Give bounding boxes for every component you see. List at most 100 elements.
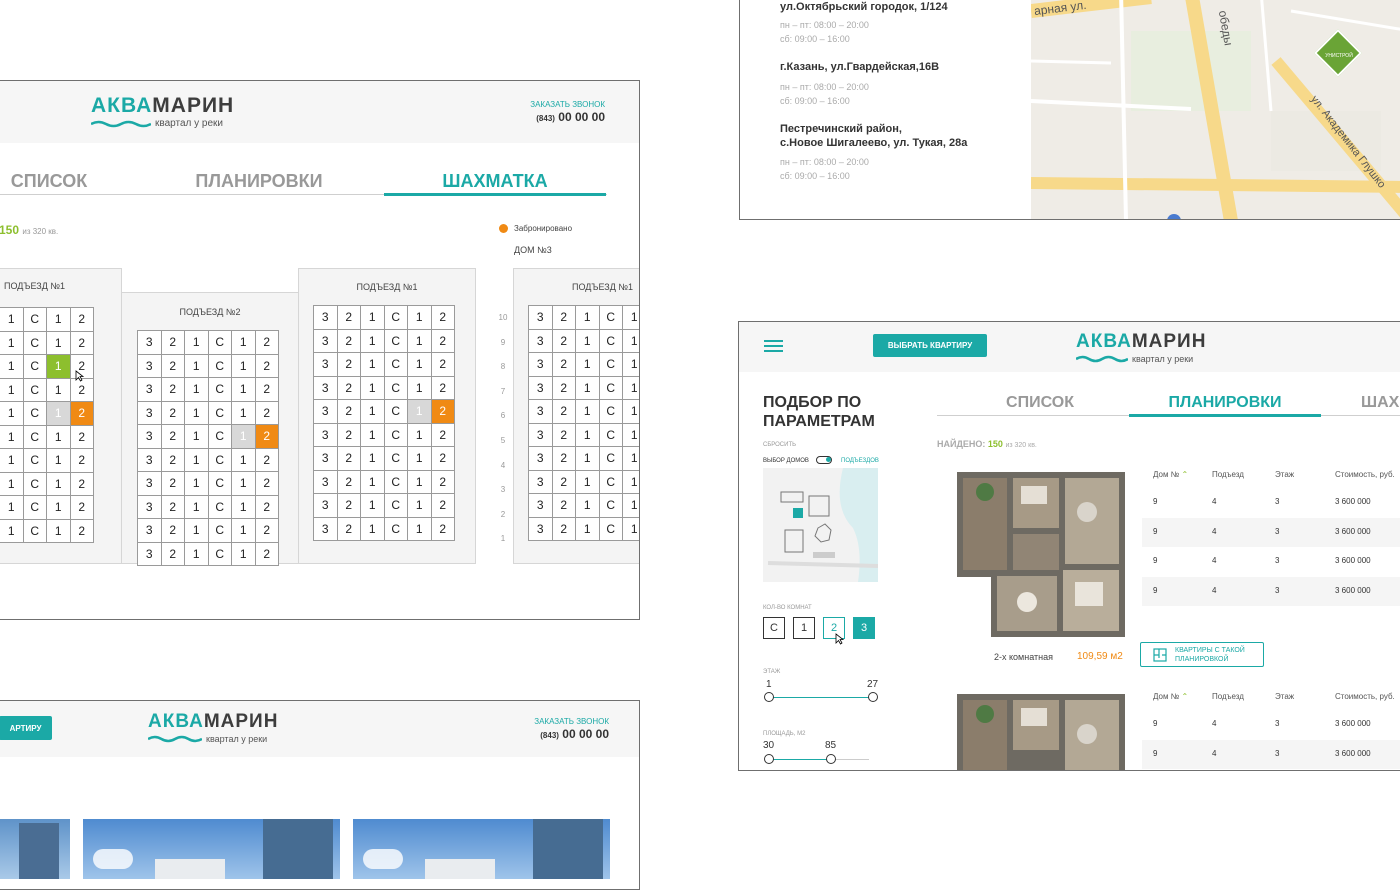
- apartment-cell[interactable]: 2: [254, 377, 279, 402]
- apartment-cell[interactable]: 3: [137, 400, 162, 425]
- apartment-cell[interactable]: 2: [430, 469, 455, 494]
- apartment-cell[interactable]: 1: [360, 375, 385, 400]
- area-slider[interactable]: [769, 759, 829, 760]
- gallery-photo-1[interactable]: [0, 819, 70, 879]
- floor-plan-image-2[interactable]: [957, 694, 1125, 770]
- apartment-cell[interactable]: 1: [231, 353, 256, 378]
- apartment-cell[interactable]: С: [383, 352, 408, 377]
- apartment-cell[interactable]: 3: [313, 328, 338, 353]
- apartment-cell[interactable]: 2: [160, 377, 185, 402]
- apartment-cell[interactable]: 2: [160, 400, 185, 425]
- table-cell[interactable]: 3: [1275, 586, 1279, 595]
- apartment-cell[interactable]: 2: [69, 424, 94, 449]
- col-house[interactable]: Дом № ⌃: [1153, 692, 1188, 701]
- apartment-cell[interactable]: 2: [551, 422, 576, 447]
- table-cell[interactable]: 9: [1153, 497, 1157, 506]
- apartment-cell[interactable]: 1: [184, 330, 209, 355]
- apartment-cell[interactable]: 2: [69, 471, 94, 496]
- apartment-cell[interactable]: С: [383, 446, 408, 471]
- site-plan-map[interactable]: [763, 468, 878, 582]
- apartment-cell[interactable]: С: [207, 471, 232, 496]
- apartment-cell[interactable]: 1: [46, 518, 71, 543]
- col-floor[interactable]: Этаж: [1275, 470, 1294, 479]
- apartment-cell[interactable]: 1: [231, 471, 256, 496]
- apartment-cell[interactable]: 2: [69, 518, 94, 543]
- apartment-cell[interactable]: 1: [575, 516, 600, 541]
- apartment-cell[interactable]: 1: [0, 330, 24, 355]
- tab-layouts[interactable]: ПЛАНИРОВКИ: [189, 171, 329, 192]
- apartment-cell[interactable]: 1: [575, 328, 600, 353]
- choose-apartment-button[interactable]: АРТИРУ: [0, 716, 52, 740]
- table-cell[interactable]: 4: [1212, 586, 1216, 595]
- apartment-cell[interactable]: 2: [430, 352, 455, 377]
- apartment-cell[interactable]: 3: [528, 399, 553, 424]
- apartment-cell[interactable]: 2: [336, 328, 361, 353]
- apartment-cell[interactable]: 2: [430, 399, 455, 424]
- apartment-cell[interactable]: С: [22, 518, 47, 543]
- apartment-cell[interactable]: 1: [622, 469, 639, 494]
- apartment-cell[interactable]: С: [207, 330, 232, 355]
- apartment-cell[interactable]: 1: [184, 494, 209, 519]
- apartment-cell[interactable]: 1: [360, 399, 385, 424]
- apartment-cell[interactable]: 1: [622, 493, 639, 518]
- col-price[interactable]: Стоимость, руб.: [1335, 692, 1395, 701]
- apartment-cell[interactable]: 3: [528, 305, 553, 330]
- logo[interactable]: АКВАМАРИН квартал у реки: [148, 711, 278, 744]
- table-cell[interactable]: 3 600 000: [1335, 556, 1371, 565]
- apartment-cell[interactable]: 1: [0, 448, 24, 473]
- apartment-cell[interactable]: 1: [46, 401, 71, 426]
- apartment-cell[interactable]: С: [383, 399, 408, 424]
- table-cell[interactable]: 4: [1212, 749, 1216, 758]
- apartment-cell[interactable]: 2: [69, 495, 94, 520]
- table-cell[interactable]: 9: [1153, 586, 1157, 595]
- apartment-cell[interactable]: 3: [137, 518, 162, 543]
- apartment-cell[interactable]: 1: [622, 328, 639, 353]
- apartment-cell[interactable]: 1: [575, 422, 600, 447]
- apartment-cell[interactable]: С: [383, 375, 408, 400]
- apartment-cell[interactable]: 3: [137, 330, 162, 355]
- apartment-cell[interactable]: 1: [184, 353, 209, 378]
- apartment-cell[interactable]: 3: [528, 328, 553, 353]
- apartment-cell[interactable]: 1: [360, 352, 385, 377]
- apartment-cell[interactable]: 1: [622, 516, 639, 541]
- apartment-cell[interactable]: С: [22, 377, 47, 402]
- apartment-cell[interactable]: 1: [575, 375, 600, 400]
- apartment-cell[interactable]: 1: [46, 448, 71, 473]
- logo[interactable]: АКВАМАРИН квартал у реки: [1076, 331, 1206, 364]
- apartment-cell[interactable]: 3: [313, 375, 338, 400]
- order-call-label[interactable]: ЗАКАЗАТЬ ЗВОНОК: [530, 99, 605, 110]
- table-cell[interactable]: 3 600 000: [1335, 719, 1371, 728]
- apartment-cell[interactable]: 2: [69, 330, 94, 355]
- apartment-cell[interactable]: 2: [69, 307, 94, 332]
- apartment-cell[interactable]: 1: [360, 516, 385, 541]
- apartment-cell[interactable]: 2: [551, 375, 576, 400]
- apartment-cell[interactable]: 1: [360, 328, 385, 353]
- apartment-cell[interactable]: 3: [528, 375, 553, 400]
- table-cell[interactable]: 9: [1153, 527, 1157, 536]
- apartment-cell[interactable]: С: [598, 352, 623, 377]
- apartment-cell[interactable]: С: [598, 493, 623, 518]
- apartment-cell[interactable]: С: [207, 377, 232, 402]
- table-cell[interactable]: 3: [1275, 556, 1279, 565]
- apartment-cell[interactable]: 1: [231, 330, 256, 355]
- apartment-cell[interactable]: 1: [575, 469, 600, 494]
- apartment-cell[interactable]: 2: [160, 447, 185, 472]
- room-studio-button[interactable]: С: [763, 617, 785, 639]
- apartment-cell[interactable]: 3: [313, 493, 338, 518]
- table-cell[interactable]: 3 600 000: [1335, 586, 1371, 595]
- apartment-cell[interactable]: 1: [0, 495, 24, 520]
- apartment-cell[interactable]: С: [383, 516, 408, 541]
- col-house[interactable]: Дом № ⌃: [1153, 470, 1188, 479]
- apartment-cell[interactable]: С: [207, 494, 232, 519]
- apartment-cell[interactable]: 3: [313, 422, 338, 447]
- apartment-cell[interactable]: 1: [0, 354, 24, 379]
- apartment-cell[interactable]: 2: [430, 446, 455, 471]
- apartment-cell[interactable]: 1: [184, 518, 209, 543]
- col-entrance[interactable]: Подъезд: [1212, 470, 1244, 479]
- apartment-cell[interactable]: С: [22, 330, 47, 355]
- apartment-cell[interactable]: 2: [336, 493, 361, 518]
- apartment-cell[interactable]: С: [598, 516, 623, 541]
- apartment-cell[interactable]: 2: [160, 471, 185, 496]
- apartment-cell[interactable]: 2: [551, 399, 576, 424]
- apartment-cell[interactable]: 1: [184, 471, 209, 496]
